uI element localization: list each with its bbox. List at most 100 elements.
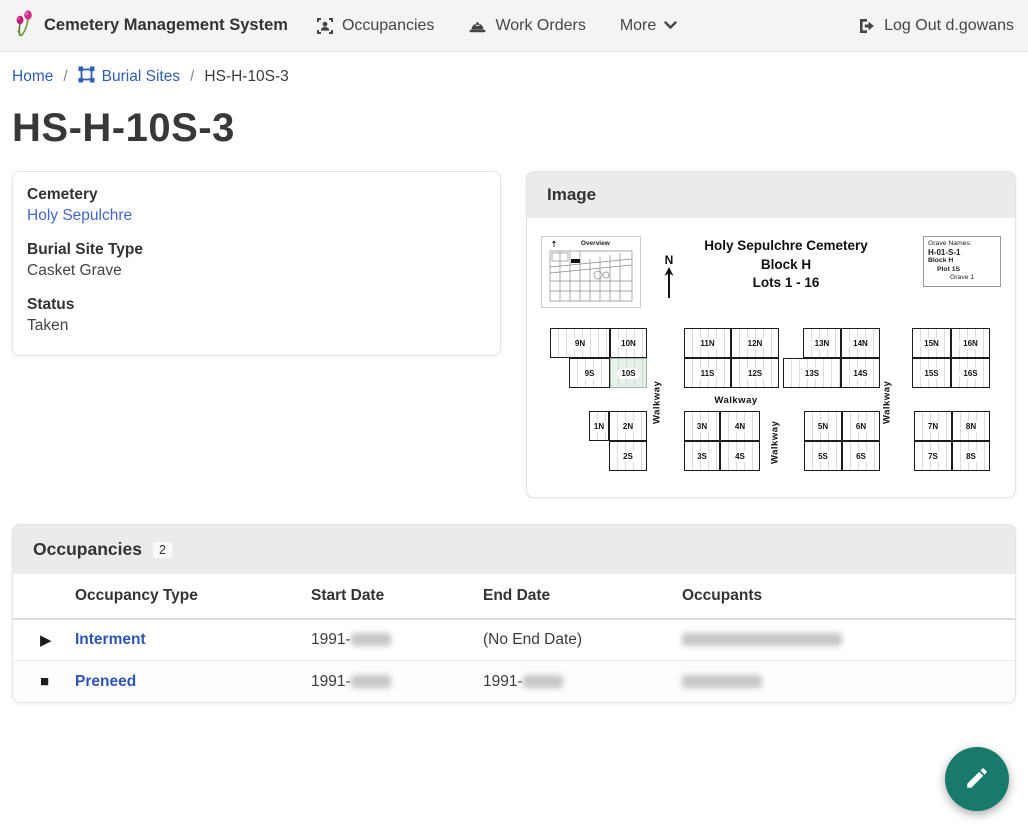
map-lot-14n[interactable]: 14N bbox=[841, 328, 880, 358]
breadcrumb-home-link[interactable]: Home bbox=[12, 68, 53, 86]
map-lot-label: 14S bbox=[849, 368, 871, 379]
image-card-body: Overview bbox=[527, 218, 1015, 497]
map-title-line2: Block H bbox=[676, 256, 896, 275]
map-lot-5s[interactable]: 5S bbox=[804, 441, 842, 471]
map-lot-6s[interactable]: 6S bbox=[842, 441, 880, 471]
content-columns: CemeteryHoly SepulchreBurial Site TypeCa… bbox=[0, 171, 1028, 498]
occupancy-row: ■Preneed1991-1991- bbox=[13, 661, 1015, 702]
nav-more-label: More bbox=[620, 17, 656, 35]
redacted-value bbox=[682, 633, 842, 646]
map-overview-label: Overview bbox=[581, 240, 610, 247]
map-lot-label: 15S bbox=[920, 368, 942, 379]
map-lot-13s[interactable]: 13S bbox=[783, 358, 841, 388]
occupants-cell bbox=[682, 631, 1015, 649]
map-lot-3s[interactable]: 3S bbox=[684, 441, 720, 471]
map-lot-label: 12N bbox=[744, 338, 767, 349]
detail-field-value: Taken bbox=[27, 317, 486, 335]
map-lot-label: 15N bbox=[920, 338, 943, 349]
map-lot-16s[interactable]: 16S bbox=[951, 358, 990, 388]
occupancies-rows: ▶Interment1991-(No End Date) ■Preneed 1991… bbox=[13, 620, 1015, 702]
nav-right: Log Out d.gowans bbox=[858, 17, 1014, 35]
map-walkway-label: Walkway bbox=[691, 392, 781, 408]
map-lot-6n[interactable]: 6N bbox=[842, 411, 880, 441]
occupancy-type-link[interactable]: Preneed bbox=[75, 673, 136, 690]
map-lot-7s[interactable]: 7S bbox=[914, 441, 952, 471]
map-lot-12n[interactable]: 12N bbox=[731, 328, 779, 358]
map-lot-16n[interactable]: 16N bbox=[951, 328, 990, 358]
details-card: CemeteryHoly SepulchreBurial Site TypeCa… bbox=[12, 171, 501, 356]
occupancies-title: Occupancies bbox=[33, 539, 142, 560]
map-lot-10s[interactable]: 10S bbox=[610, 358, 647, 388]
detail-field-label: Status bbox=[27, 296, 486, 314]
app-brand[interactable]: Cemetery Management System bbox=[14, 9, 288, 42]
map-lot-label: 12S bbox=[744, 368, 766, 379]
grave-name-plot: Plot 1S bbox=[928, 266, 996, 275]
map-title-line3: Lots 1 - 16 bbox=[676, 274, 896, 293]
occupancy-type-link[interactable]: Interment bbox=[75, 631, 146, 648]
redacted-value bbox=[351, 675, 391, 688]
map-lot-4s[interactable]: 4S bbox=[720, 441, 760, 471]
map-lot-label: 6N bbox=[852, 421, 870, 432]
map-title-block: Holy Sepulchre Cemetery Block H Lots 1 -… bbox=[676, 237, 896, 293]
map-lot-2s[interactable]: 2S bbox=[609, 441, 647, 471]
map-lot-11n[interactable]: 11N bbox=[684, 328, 731, 358]
cemetery-block-map[interactable]: Overview bbox=[541, 231, 1003, 481]
map-lot-label: 5S bbox=[814, 451, 832, 462]
map-lot-7n[interactable]: 7N bbox=[914, 411, 952, 441]
map-lot-label: 2N bbox=[619, 421, 637, 432]
occupancy-row: ▶Interment1991-(No End Date) bbox=[13, 620, 1015, 661]
map-lot-10n[interactable]: 10N bbox=[610, 328, 647, 358]
nav-work-orders[interactable]: Work Orders bbox=[468, 17, 585, 35]
map-lot-8n[interactable]: 8N bbox=[952, 411, 990, 441]
nav-more[interactable]: More bbox=[620, 17, 677, 35]
col-occupants: Occupants bbox=[682, 587, 1015, 605]
occupancies-count-badge: 2 bbox=[152, 541, 173, 559]
map-lot-12s[interactable]: 12S bbox=[731, 358, 779, 388]
map-lot-13n[interactable]: 13N bbox=[803, 328, 841, 358]
map-lot-label: 7N bbox=[924, 421, 942, 432]
app-title: Cemetery Management System bbox=[44, 16, 288, 35]
nav-occupancies[interactable]: Occupancies bbox=[316, 17, 435, 35]
redacted-value bbox=[682, 675, 762, 688]
map-lot-label: 10N bbox=[617, 338, 640, 349]
start-date-cell: 1991- bbox=[311, 673, 483, 691]
map-lot-label: 11N bbox=[696, 338, 718, 349]
map-lot-label: 8N bbox=[962, 421, 980, 432]
map-lot-14s[interactable]: 14S bbox=[841, 358, 880, 388]
details-fields: CemeteryHoly SepulchreBurial Site TypeCa… bbox=[27, 186, 486, 335]
map-lot-label: 8S bbox=[962, 451, 980, 462]
map-lot-label: 16S bbox=[959, 368, 981, 379]
breadcrumb-separator: / bbox=[190, 68, 194, 86]
map-lot-5n[interactable]: 5N bbox=[804, 411, 842, 441]
col-start-date: Start Date bbox=[311, 587, 483, 605]
logout-button[interactable]: Log Out d.gowans bbox=[858, 17, 1014, 35]
breadcrumb: Home / Burial Sites / HS-H-10S-3 bbox=[0, 52, 1028, 98]
breadcrumb-burial-sites-link[interactable]: Burial Sites bbox=[78, 66, 180, 88]
map-lot-4n[interactable]: 4N bbox=[720, 411, 760, 441]
edit-fab-button[interactable] bbox=[945, 747, 1009, 811]
logout-label: Log Out d.gowans bbox=[884, 17, 1014, 35]
detail-field: Burial Site TypeCasket Grave bbox=[27, 241, 486, 280]
map-lot-15n[interactable]: 15N bbox=[912, 328, 951, 358]
map-lot-15s[interactable]: 15S bbox=[912, 358, 951, 388]
map-lot-2n[interactable]: 2N bbox=[609, 411, 647, 441]
map-lot-11s[interactable]: 11S bbox=[684, 358, 731, 388]
vector-square-icon bbox=[78, 66, 95, 88]
square-status-icon: ■ bbox=[13, 673, 75, 690]
occupancies-card: Occupancies 2 Occupancy Type Start Date … bbox=[12, 524, 1016, 703]
image-card-header: Image bbox=[527, 172, 1015, 218]
map-lot-label: 13S bbox=[801, 368, 823, 379]
map-lot-9s[interactable]: 9S bbox=[569, 358, 610, 388]
map-lot-label: 7S bbox=[924, 451, 942, 462]
detail-field-value-link[interactable]: Holy Sepulchre bbox=[27, 207, 486, 225]
occupancies-table: Occupancy Type Start Date End Date Occup… bbox=[13, 574, 1015, 702]
play-status-icon: ▶ bbox=[13, 631, 75, 649]
image-card-title: Image bbox=[547, 185, 596, 205]
redacted-value bbox=[351, 633, 391, 646]
detail-field: Status Taken bbox=[27, 296, 486, 335]
map-lot-9n[interactable]: 9N bbox=[550, 328, 610, 358]
nav-work-orders-label: Work Orders bbox=[495, 17, 585, 35]
map-lot-8s[interactable]: 8S bbox=[952, 441, 990, 471]
map-lot-3n[interactable]: 3N bbox=[684, 411, 720, 441]
map-lot-1n[interactable]: 1N bbox=[589, 411, 609, 441]
